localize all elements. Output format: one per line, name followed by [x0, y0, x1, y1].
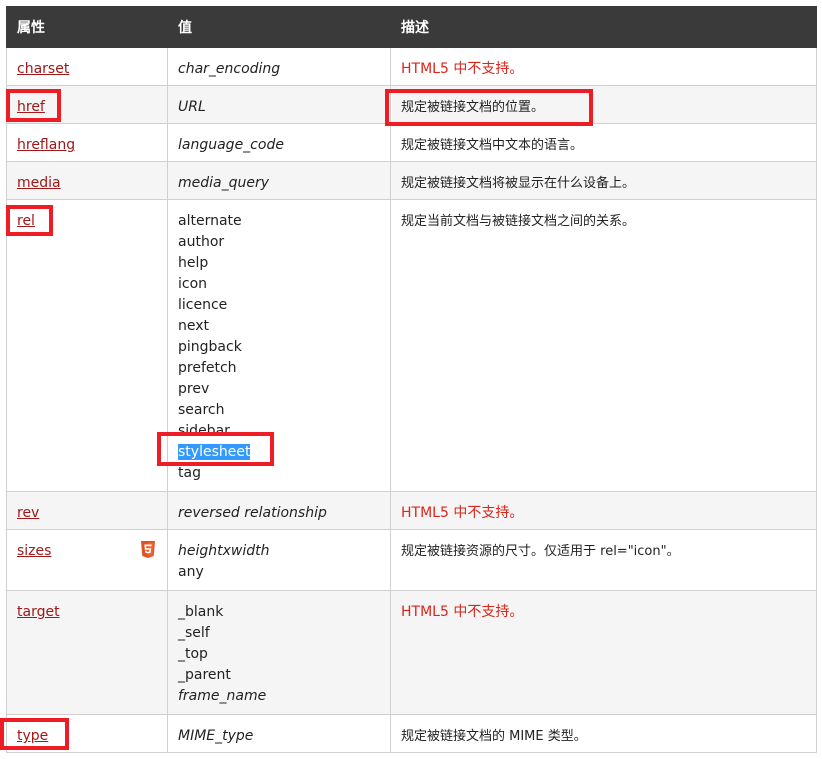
value-text: MIME_type: [178, 728, 254, 744]
description-text: HTML5 中不支持。: [401, 604, 524, 620]
value-option: tag: [178, 465, 201, 481]
attribute-link-media[interactable]: media: [17, 175, 61, 191]
table-row: type MIME_type 规定被链接文档的 MIME 类型。: [6, 714, 817, 753]
value-cell: URL: [167, 85, 391, 124]
attribute-link-rel[interactable]: rel: [17, 213, 35, 229]
attribute-link-charset[interactable]: charset: [17, 61, 69, 77]
html5-icon: [141, 541, 155, 558]
value-option: author: [178, 234, 225, 250]
attribute-link-type[interactable]: type: [17, 728, 48, 744]
attribute-cell: media: [6, 161, 168, 200]
value-option: any: [178, 564, 204, 580]
description-cell: 规定被链接文档的 MIME 类型。: [390, 714, 817, 753]
value-text: media_query: [178, 175, 270, 191]
description-cell: 规定被链接资源的尺寸。仅适用于 rel="icon"。: [390, 529, 817, 591]
description-text: 规定被链接资源的尺寸。仅适用于 rel="icon"。: [401, 544, 680, 559]
value-option: sidebar: [178, 423, 230, 439]
description-text: HTML5 中不支持。: [401, 505, 524, 521]
attribute-cell: sizes: [6, 529, 168, 591]
table-header-row: 属性 值 描述: [6, 6, 817, 48]
value-cell: _blank _self _top _parent frame_name: [167, 590, 391, 715]
value-option: heightxwidth: [178, 543, 270, 559]
value-option: _blank: [178, 604, 224, 620]
description-cell: 规定被链接文档中文本的语言。: [390, 123, 817, 162]
attribute-cell: rel: [6, 199, 168, 492]
description-cell: HTML5 中不支持。: [390, 47, 817, 86]
table-row: target _blank _self _top _parent frame_n…: [6, 590, 817, 715]
attribute-link-href[interactable]: href: [17, 99, 45, 115]
value-text: URL: [178, 99, 206, 115]
value-option: _parent: [178, 667, 231, 683]
value-option: next: [178, 318, 210, 334]
description-cell: HTML5 中不支持。: [390, 491, 817, 530]
value-option-selected[interactable]: stylesheet: [178, 442, 380, 463]
table-row: sizes heightxwidth any 规定被链接资源的尺寸。仅适用于 r…: [6, 529, 817, 591]
value-text: reversed relationship: [178, 505, 327, 521]
value-option: icon: [178, 276, 208, 292]
table-row: hreflang language_code 规定被链接文档中文本的语言。: [6, 123, 817, 162]
attribute-cell: target: [6, 590, 168, 715]
description-text: HTML5 中不支持。: [401, 61, 524, 77]
attribute-link-rev[interactable]: rev: [17, 505, 39, 521]
value-cell: alternate author help icon licence next …: [167, 199, 391, 492]
attribute-table: 属性 值 描述 charset char_encoding HTML5 中不支持…: [6, 6, 817, 753]
description-text: 规定被链接文档的 MIME 类型。: [401, 729, 587, 744]
description-text: 规定被链接文档中文本的语言。: [401, 138, 584, 153]
value-option: licence: [178, 297, 228, 313]
value-cell: heightxwidth any: [167, 529, 391, 591]
table-row: media media_query 规定被链接文档将被显示在什么设备上。: [6, 161, 817, 200]
description-text: 规定被链接文档将被显示在什么设备上。: [401, 176, 636, 191]
value-option: help: [178, 255, 209, 271]
description-cell: 规定被链接文档将被显示在什么设备上。: [390, 161, 817, 200]
header-attribute: 属性: [6, 6, 168, 48]
value-option: search: [178, 402, 225, 418]
value-cell: MIME_type: [167, 714, 391, 753]
description-text: 规定当前文档与被链接文档之间的关系。: [401, 214, 636, 229]
attribute-link-sizes[interactable]: sizes: [17, 543, 51, 559]
description-text: 规定被链接文档的位置。: [401, 100, 545, 115]
attribute-link-hreflang[interactable]: hreflang: [17, 137, 75, 153]
value-option: prefetch: [178, 360, 237, 376]
table-row: rel alternate author help icon licence n…: [6, 199, 817, 492]
value-text: char_encoding: [178, 61, 281, 77]
value-option: _self: [178, 625, 210, 641]
value-option: prev: [178, 381, 210, 397]
table-row: rev reversed relationship HTML5 中不支持。: [6, 491, 817, 530]
value-cell: language_code: [167, 123, 391, 162]
value-option: alternate: [178, 213, 242, 229]
attribute-cell: href: [6, 85, 168, 124]
value-option: frame_name: [178, 688, 267, 704]
selected-text-stylesheet[interactable]: stylesheet: [178, 444, 251, 460]
attribute-cell: type: [6, 714, 168, 753]
header-value: 值: [167, 6, 391, 48]
value-cell: reversed relationship: [167, 491, 391, 530]
value-option: pingback: [178, 339, 242, 355]
description-cell: 规定被链接文档的位置。: [390, 85, 817, 124]
description-cell: 规定当前文档与被链接文档之间的关系。: [390, 199, 817, 492]
attribute-cell: charset: [6, 47, 168, 86]
header-description: 描述: [390, 6, 817, 48]
value-cell: media_query: [167, 161, 391, 200]
value-option: _top: [178, 646, 208, 662]
value-text: language_code: [178, 137, 284, 153]
attribute-cell: rev: [6, 491, 168, 530]
table-row: href URL 规定被链接文档的位置。: [6, 85, 817, 124]
description-cell: HTML5 中不支持。: [390, 590, 817, 715]
table-row: charset char_encoding HTML5 中不支持。: [6, 47, 817, 86]
attribute-link-target[interactable]: target: [17, 604, 60, 620]
attribute-cell: hreflang: [6, 123, 168, 162]
value-cell: char_encoding: [167, 47, 391, 86]
